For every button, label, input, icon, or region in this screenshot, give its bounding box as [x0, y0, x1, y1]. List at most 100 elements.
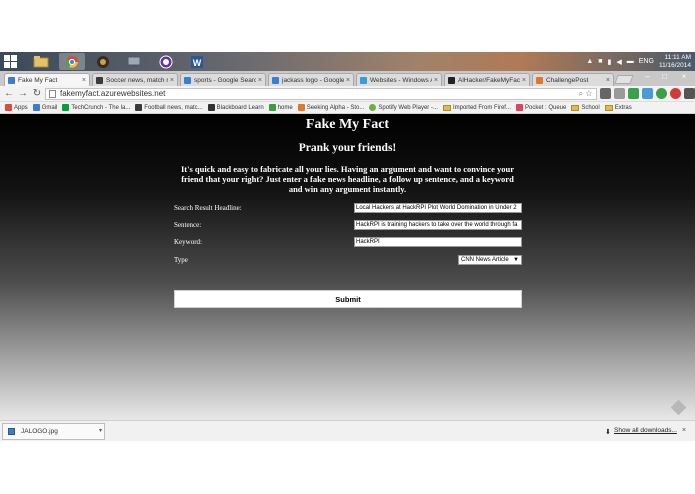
windows-taskbar: W ▲ ■ ▮ ◀ ▬ ENG 11:11 AM 11/16/2014: [0, 52, 695, 71]
tab-azure-websites[interactable]: Websites - Windows A ×: [356, 73, 442, 86]
bookmark-techcrunch[interactable]: TechCrunch - The la...: [62, 104, 130, 111]
window-controls: – □ ×: [639, 71, 695, 83]
chrome-icon[interactable]: [59, 53, 85, 70]
bookmark-folder-imported[interactable]: Imported From Firef...: [442, 104, 511, 111]
bookmark-football-news[interactable]: Football news, matc...: [135, 104, 203, 111]
forward-arrow-icon[interactable]: →: [17, 88, 29, 100]
page-title: Fake My Fact: [305, 117, 390, 132]
bookmark-home[interactable]: home: [268, 104, 293, 111]
github-favicon-icon: [448, 76, 455, 84]
headline-row: Search Result Headline: Local Hackers at…: [174, 203, 522, 214]
adblock-extension-icon[interactable]: [670, 88, 681, 99]
show-all-downloads-link[interactable]: ⬇ Show all downloads...: [605, 425, 677, 437]
bookmark-spotify[interactable]: Spotify Web Player -...: [369, 104, 438, 111]
submit-button[interactable]: Submit: [174, 290, 522, 308]
soccer-favicon-icon: [135, 104, 143, 111]
type-label: Type: [174, 256, 188, 264]
bookmark-label: Pocket : Queue: [524, 104, 567, 111]
blackboard-favicon-icon: [207, 104, 215, 111]
tab-sports-search[interactable]: sports - Google Searc ×: [180, 73, 266, 86]
downloads-close-icon[interactable]: ×: [682, 425, 686, 437]
tab-close-icon[interactable]: ×: [258, 77, 262, 84]
download-item[interactable]: JALOGO.jpg ▾: [2, 423, 105, 440]
page-viewport: Fake My Fact Prank your friends! It's qu…: [0, 114, 695, 420]
tray-date: 11/16/2014: [658, 61, 691, 69]
keyword-label: Keyword:: [174, 238, 202, 246]
tray-lock-icon[interactable]: ■: [598, 58, 602, 65]
bookmark-apps[interactable]: Apps: [5, 104, 28, 111]
bookmark-label: home: [277, 104, 293, 111]
new-tab-button[interactable]: [614, 75, 634, 84]
reload-icon[interactable]: ↻: [31, 88, 43, 100]
tab-close-icon[interactable]: ×: [606, 77, 610, 84]
folder-icon: [604, 104, 613, 111]
soccer-favicon-icon: [96, 76, 103, 84]
tab-jackass-logo[interactable]: jackass logo - Google ×: [268, 73, 354, 86]
corner-diamond-icon[interactable]: [670, 399, 687, 416]
mascot-icon[interactable]: [90, 53, 116, 70]
maximize-icon[interactable]: □: [656, 71, 673, 83]
type-row: Type CNN News Article ▼: [174, 255, 522, 266]
search-icon[interactable]: ⌕: [579, 89, 583, 98]
word-icon[interactable]: W: [184, 53, 210, 70]
tray-language[interactable]: ENG: [639, 58, 654, 65]
tab-close-icon[interactable]: ×: [346, 77, 350, 84]
bookmark-pocket[interactable]: Pocket : Queue: [515, 104, 567, 111]
tray-volume-icon[interactable]: ◀: [616, 58, 621, 66]
headline-label: Search Result Headline:: [174, 204, 242, 212]
tray-chevron-icon[interactable]: ▲: [586, 58, 593, 65]
address-bar[interactable]: fakemyfact.azurewebsites.net ⌕ ☆: [45, 88, 597, 100]
bookmark-folder-school[interactable]: School: [571, 104, 600, 111]
tab-label: ChallengePost: [546, 76, 589, 84]
bookmark-blackboard[interactable]: Blackboard Learn: [207, 104, 264, 111]
bookmark-gmail[interactable]: Gmail: [32, 104, 57, 111]
bookmark-star-icon[interactable]: ☆: [585, 89, 592, 98]
tools-extension-icon[interactable]: [614, 88, 625, 99]
download-menu-chevron-icon[interactable]: ▾: [99, 424, 102, 439]
azure-favicon-icon: [360, 76, 367, 84]
keyword-input[interactable]: HackRPI: [354, 237, 522, 247]
evernote-extension-icon[interactable]: [628, 88, 639, 99]
type-select[interactable]: CNN News Article ▼: [458, 255, 522, 265]
tab-close-icon[interactable]: ×: [170, 77, 174, 84]
network-icon[interactable]: [121, 53, 147, 70]
tab-close-icon[interactable]: ×: [434, 77, 438, 84]
bookmark-seeking-alpha[interactable]: Seeking Alpha - Sto...: [297, 104, 364, 111]
tab-challengepost[interactable]: ChallengePost ×: [532, 73, 614, 86]
extension-icon[interactable]: [642, 88, 653, 99]
windows-start-icon[interactable]: [4, 55, 17, 68]
download-file-name: JALOGO.jpg: [21, 428, 58, 435]
challengepost-favicon-icon: [536, 76, 543, 84]
tab-fake-my-fact[interactable]: Fake My Fact ×: [4, 73, 90, 86]
headline-input[interactable]: Local Hackers at HackRPI Plot World Domi…: [354, 203, 522, 213]
sentence-input[interactable]: HackRPI is training hackers to take over…: [354, 220, 522, 230]
tray-notification-icon[interactable]: ▬: [627, 58, 634, 65]
tray-clock[interactable]: 11:11 AM 11/16/2014: [659, 54, 691, 70]
minimize-icon[interactable]: –: [639, 71, 656, 83]
tab-github[interactable]: AlHacker/FakeMyFact ×: [444, 73, 530, 86]
tab-close-icon[interactable]: ×: [522, 77, 526, 84]
tray-network-icon[interactable]: ▮: [608, 58, 612, 66]
tab-label: jackass logo - Google: [282, 76, 344, 84]
tab-close-icon[interactable]: ×: [82, 77, 86, 84]
purple-app-icon[interactable]: [153, 53, 179, 70]
green-extension-icon[interactable]: [656, 88, 667, 99]
bookmark-label: Apps: [14, 104, 28, 111]
keyword-row: Keyword: HackRPI: [174, 237, 522, 248]
tab-label: AlHacker/FakeMyFact: [458, 76, 520, 84]
bookmarks-bar: Apps Gmail TechCrunch - The la... Footba…: [0, 102, 695, 114]
tab-label: Websites - Windows A: [370, 76, 432, 84]
window-close-icon[interactable]: ×: [673, 71, 695, 83]
bookmark-folder-extras[interactable]: Extras: [604, 104, 632, 111]
chrome-menu-icon[interactable]: [684, 88, 695, 99]
tab-label: sports - Google Searc: [194, 76, 256, 84]
bottom-margin: [0, 441, 695, 494]
back-arrow-icon[interactable]: ←: [3, 88, 15, 100]
dropdown-arrow-icon: ▼: [513, 257, 519, 263]
file-explorer-icon[interactable]: [28, 53, 54, 70]
tab-soccer-news[interactable]: Soccer news, match r ×: [92, 73, 178, 86]
page-icon: [49, 90, 56, 98]
pocket-extension-icon[interactable]: [600, 88, 611, 99]
bookmark-label: Football news, matc...: [144, 104, 203, 111]
extension-icons: [600, 88, 695, 99]
